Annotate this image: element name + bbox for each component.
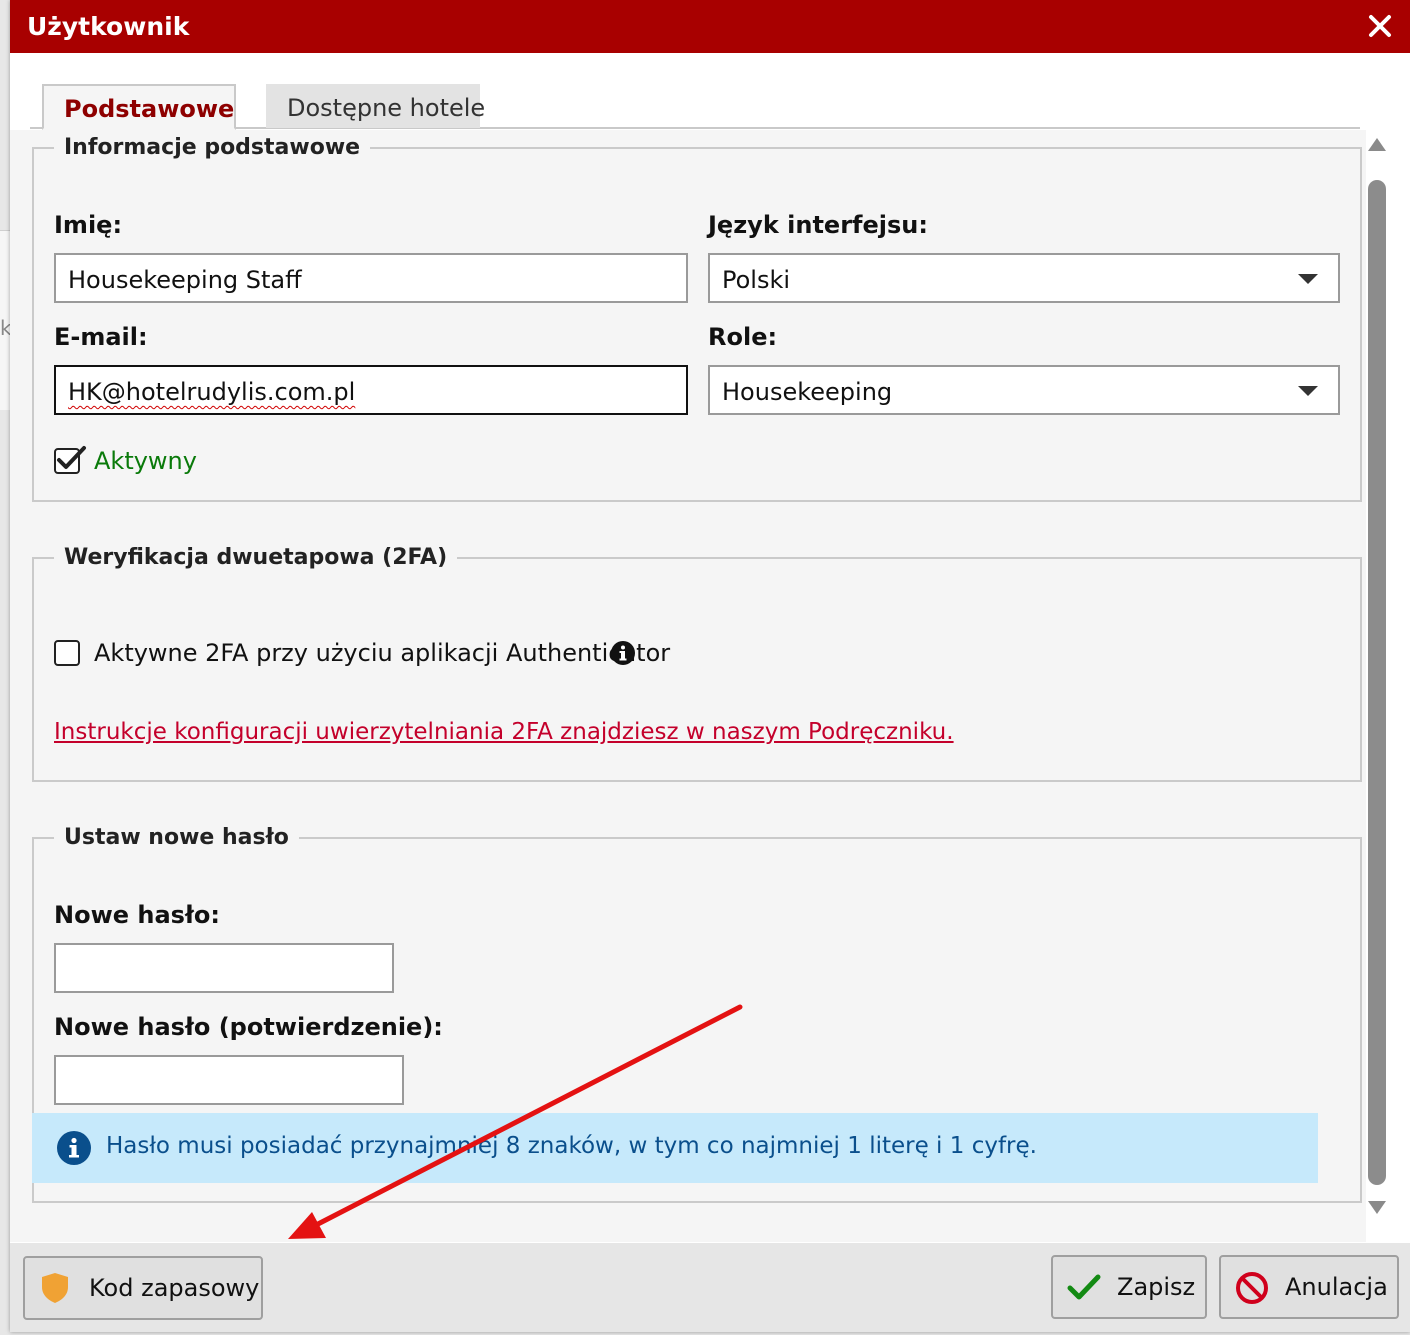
language-select[interactable]: Polski: [708, 253, 1340, 303]
email-field[interactable]: HK@hotelrudylis.com.pl: [54, 365, 688, 415]
cancel-label: Anulacja: [1285, 1273, 1388, 1301]
scrollbar-thumb[interactable]: [1368, 180, 1386, 1185]
twofa-checkbox-label[interactable]: Aktywne 2FA przy użyciu aplikacji Authen…: [94, 639, 670, 667]
confirm-password-label: Nowe hasło (potwierdzenie):: [54, 1013, 443, 1041]
dialog-titlebar: Użytkownik: [10, 0, 1410, 53]
password-legend: Ustaw nowe hasło: [54, 825, 299, 850]
dialog-footer: Kod zapasowy Zapisz Anulacja: [10, 1243, 1410, 1332]
active-checkbox[interactable]: [54, 446, 86, 474]
dialog-content: Informacje podstawowe Imię: Housekeeping…: [10, 130, 1366, 1242]
save-button[interactable]: Zapisz: [1051, 1255, 1207, 1319]
password-info-text: Hasło musi posiadać przynajmniej 8 znakó…: [106, 1133, 1037, 1159]
twofa-manual-link[interactable]: Instrukcje konfiguracji uwierzytelniania…: [54, 719, 954, 745]
name-value: Housekeeping Staff: [68, 266, 302, 294]
shield-icon: [42, 1273, 68, 1303]
active-label[interactable]: Aktywny: [94, 447, 197, 475]
new-password-field[interactable]: [54, 943, 394, 993]
backup-code-label: Kod zapasowy: [89, 1274, 260, 1302]
check-icon: [1067, 1274, 1101, 1300]
user-dialog: Użytkownik Podstawowe Dostępne hotele In…: [10, 0, 1410, 1332]
save-label: Zapisz: [1117, 1273, 1196, 1301]
twofa-legend: Weryfikacja dwuetapowa (2FA): [54, 545, 458, 570]
name-field[interactable]: Housekeeping Staff: [54, 253, 688, 303]
checkmark-icon: [57, 446, 86, 469]
cancel-icon: [1236, 1272, 1268, 1304]
language-value: Polski: [722, 266, 791, 294]
dialog-title: Użytkownik: [27, 12, 190, 41]
backup-code-button[interactable]: Kod zapasowy: [23, 1256, 263, 1320]
info-icon[interactable]: [610, 640, 636, 666]
new-password-label: Nowe hasło:: [54, 901, 220, 929]
language-label: Język interfejsu:: [708, 211, 928, 239]
scroll-down-icon[interactable]: [1368, 1201, 1386, 1214]
role-label: Role:: [708, 323, 778, 351]
tab-dostepne-hotele[interactable]: Dostępne hotele: [266, 84, 485, 128]
info-icon: [57, 1131, 91, 1165]
tab-bar: Podstawowe Dostępne hotele: [30, 84, 1360, 130]
email-label: E-mail:: [54, 323, 148, 351]
scroll-up-icon[interactable]: [1368, 138, 1386, 151]
twofa-fieldset: Weryfikacja dwuetapowa (2FA) Aktywne 2FA…: [32, 545, 1362, 782]
basic-info-legend: Informacje podstawowe: [54, 135, 371, 160]
name-label: Imię:: [54, 211, 123, 239]
password-info-box: Hasło musi posiadać przynajmniej 8 znakó…: [32, 1113, 1318, 1183]
chevron-down-icon: [1298, 274, 1318, 284]
email-value: HK@hotelrudylis.com.pl: [68, 378, 356, 406]
tab-podstawowe[interactable]: Podstawowe: [42, 84, 236, 130]
cancel-button[interactable]: Anulacja: [1219, 1255, 1399, 1319]
twofa-checkbox[interactable]: [54, 640, 80, 666]
close-icon[interactable]: [1364, 10, 1396, 42]
chevron-down-icon: [1298, 386, 1318, 396]
role-value: Housekeeping: [722, 378, 893, 406]
basic-info-fieldset: Informacje podstawowe Imię: Housekeeping…: [32, 135, 1362, 502]
role-select[interactable]: Housekeeping: [708, 365, 1340, 415]
confirm-password-field[interactable]: [54, 1055, 404, 1105]
